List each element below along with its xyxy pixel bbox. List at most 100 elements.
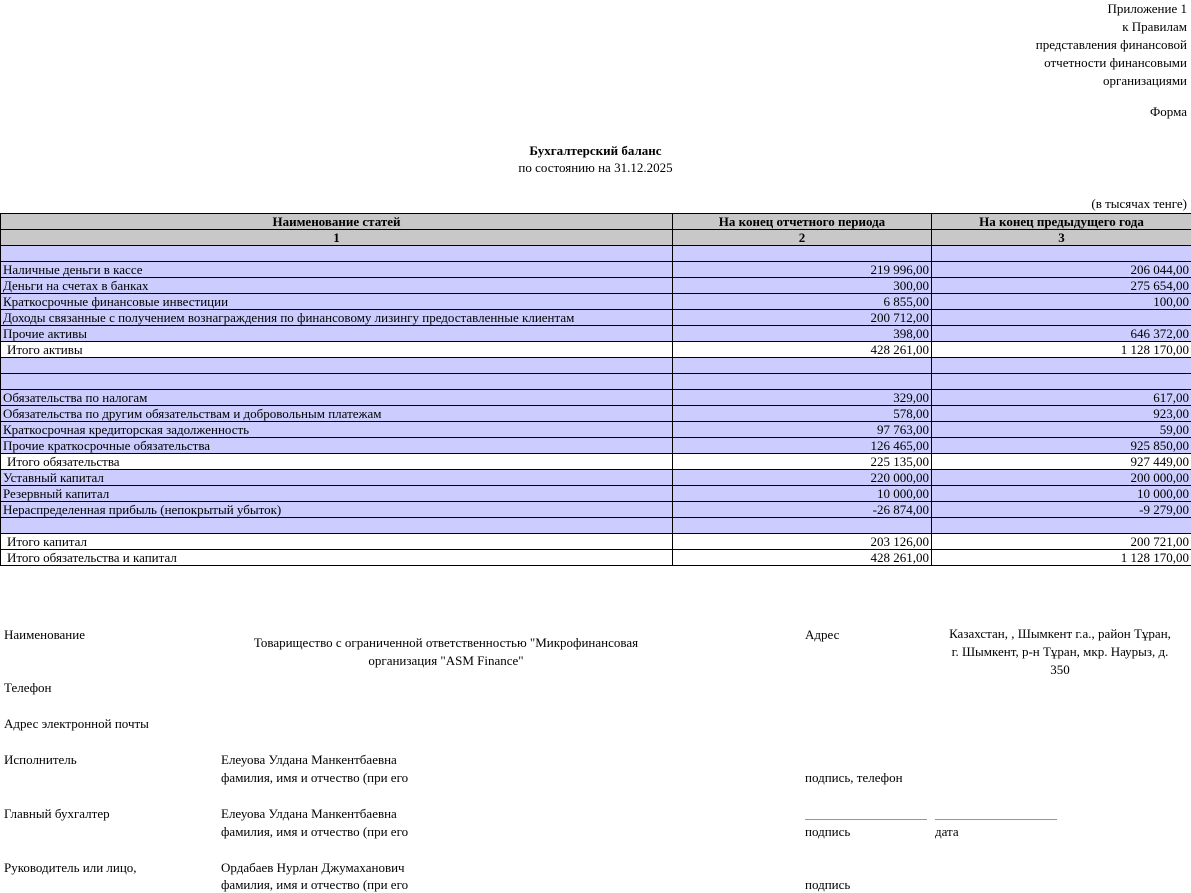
appendix-line: Приложение 1: [1107, 1, 1187, 16]
row-current-cell: 97 763,00: [672, 421, 932, 438]
row-previous-cell: [931, 245, 1191, 262]
row-name-cell: Нераспределенная прибыль (непокрытый убы…: [0, 501, 673, 518]
table-row: Прочие краткосрочные обязательства 126 46…: [0, 437, 1191, 454]
row-name-cell: [0, 517, 673, 534]
row-name-cell: Итого обязательства: [0, 453, 673, 470]
row-previous-cell: 927 449,00: [931, 453, 1191, 470]
appendix-line: отчетности финансовыми: [1044, 55, 1187, 70]
row-name-cell: Наличные деньги в кассе: [0, 261, 673, 278]
table-row: Деньги на счетах в банках 300,00 275 654,0…: [0, 277, 1191, 294]
org-name-line: Товарищество с ограниченной ответственно…: [253, 635, 639, 650]
appendix-note: Приложение 1 к Правилам представления фи…: [1036, 0, 1187, 90]
appendix-line: организациями: [1103, 73, 1187, 88]
appendix-line: представления финансовой: [1035, 37, 1187, 52]
table-row: Итого обязательства и капитал 428 261,00 1…: [0, 549, 1191, 566]
row-name-cell: Прочие активы: [0, 325, 673, 342]
row-name-cell: Уставный капитал: [0, 469, 673, 486]
row-previous-cell: 59,00: [931, 421, 1191, 438]
row-previous-cell: 923,00: [931, 405, 1191, 422]
name-label: Наименование: [4, 627, 85, 642]
row-name-cell: Итого обязательства и капитал: [0, 549, 673, 566]
table-row: Нераспределенная прибыль (непокрытый убы…: [0, 501, 1191, 518]
row-current-cell: 225 135,00: [672, 453, 932, 470]
head-sign-hint: подпись: [805, 877, 851, 892]
row-name-cell: Обязательства по другим обязательствам и…: [0, 405, 673, 422]
row-previous-cell: 10 000,00: [931, 485, 1191, 502]
table-header-row: Наименование статей На конец отчетного п…: [0, 213, 1191, 230]
accountant-hint: фамилия, имя и отчество (при его: [221, 824, 409, 839]
row-name-cell: Резервный капитал: [0, 485, 673, 502]
row-name-cell: Доходы связанные с получением вознагражд…: [0, 309, 673, 326]
row-current-cell: -26 874,00: [672, 501, 932, 518]
row-previous-cell: 100,00: [931, 293, 1191, 310]
address-line: Казахстан, , Шымкент г.а., район Тұран,: [949, 626, 1171, 641]
row-previous-cell: 1 128 170,00: [931, 549, 1191, 566]
units-note: (в тысячах тенге): [1091, 196, 1187, 211]
row-name-cell: [0, 357, 673, 374]
column-number: 2: [672, 229, 932, 246]
row-current-cell: 126 465,00: [672, 437, 932, 454]
signature-line: [805, 819, 927, 820]
row-previous-cell: -9 279,00: [931, 501, 1191, 518]
column-number: 1: [0, 229, 673, 246]
executor-label: Исполнитель: [4, 752, 77, 767]
row-previous-cell: 206 044,00: [931, 261, 1191, 278]
row-current-cell: [672, 357, 932, 374]
row-previous-cell: [931, 517, 1191, 534]
row-current-cell: 200 712,00: [672, 309, 932, 326]
row-name-cell: Деньги на счетах в банках: [0, 277, 673, 294]
row-name-cell: Краткосрочные финансовые инвестиции: [0, 293, 673, 310]
table-row: Краткосрочная кредиторская задолженность…: [0, 421, 1191, 438]
email-label: Адрес электронной почты: [4, 716, 149, 731]
org-name-line: организация "ASM Finance": [368, 653, 524, 668]
executor-name: Елеуова Улдана Манкентбаевна: [221, 752, 397, 767]
row-current-cell: 398,00: [672, 325, 932, 342]
row-previous-cell: 275 654,00: [931, 277, 1191, 294]
executor-sign-hint: подпись, телефон: [805, 770, 903, 785]
table-header-number-row: 1 2 3: [0, 229, 1191, 246]
table-row: Доходы связанные с получением вознагражд…: [0, 309, 1191, 326]
row-current-cell: 6 855,00: [672, 293, 932, 310]
row-current-cell: 300,00: [672, 277, 932, 294]
row-previous-cell: 200 000,00: [931, 469, 1191, 486]
head-label: Руководитель или лицо,: [4, 860, 137, 875]
row-current-cell: 203 126,00: [672, 533, 932, 550]
row-previous-cell: 617,00: [931, 389, 1191, 406]
balance-sheet-table: Наименование статей На конец отчетного п…: [0, 213, 1191, 566]
accountant-sign-hint: подпись: [805, 824, 851, 839]
table-row: Итого капитал 203 126,00 200 721,00: [0, 533, 1191, 550]
table-row: Уставный капитал 220 000,00 200 000,00: [0, 469, 1191, 486]
head-hint: фамилия, имя и отчество (при его: [221, 877, 409, 892]
accountant-name: Елеуова Улдана Манкентбаевна: [221, 806, 397, 821]
table-body: Наличные деньги в кассе 219 996,00 206 044…: [0, 245, 1191, 566]
row-previous-cell: 1 128 170,00: [931, 341, 1191, 358]
row-current-cell: 428 261,00: [672, 549, 932, 566]
row-name-cell: Краткосрочная кредиторская задолженность: [0, 421, 673, 438]
row-current-cell: [672, 373, 932, 390]
row-previous-cell: [931, 373, 1191, 390]
column-header: Наименование статей: [0, 213, 673, 230]
row-current-cell: 329,00: [672, 389, 932, 406]
appendix-line: к Правилам: [1122, 19, 1187, 34]
row-name-cell: Итого капитал: [0, 533, 673, 550]
row-previous-cell: 646 372,00: [931, 325, 1191, 342]
form-label: Форма: [1150, 104, 1187, 119]
column-header: На конец отчетного периода: [672, 213, 932, 230]
column-header: На конец предыдущего года: [931, 213, 1191, 230]
address-label: Адрес: [805, 627, 840, 642]
row-current-cell: 578,00: [672, 405, 932, 422]
row-current-cell: 219 996,00: [672, 261, 932, 278]
accountant-date-hint: дата: [935, 824, 959, 839]
document-subtitle: по состоянию на 31.12.2025: [518, 160, 673, 175]
row-name-cell: Обязательства по налогам: [0, 389, 673, 406]
row-name-cell: [0, 245, 673, 262]
row-previous-cell: 200 721,00: [931, 533, 1191, 550]
table-row: Итого активы 428 261,00 1 128 170,00: [0, 341, 1191, 358]
row-current-cell: [672, 517, 932, 534]
table-row-empty: [0, 517, 1191, 534]
address-line: 350: [1050, 662, 1070, 677]
row-current-cell: 428 261,00: [672, 341, 932, 358]
table-row-empty: [0, 373, 1191, 390]
address-line: г. Шымкент, р-н Тұран, мкр. Наурыз, д.: [951, 644, 1169, 659]
row-current-cell: 220 000,00: [672, 469, 932, 486]
